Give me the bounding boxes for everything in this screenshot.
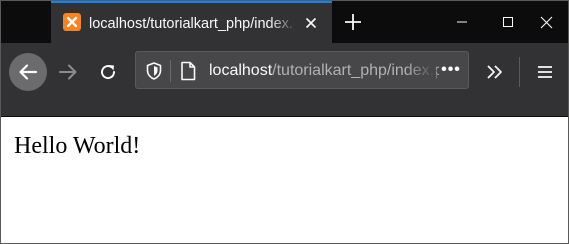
back-arrow-icon[interactable]	[9, 53, 47, 91]
active-tab[interactable]: localhost/tutorialkart_php/index.php	[51, 1, 332, 43]
tab-title: localhost/tutorialkart_php/index.php	[89, 16, 294, 32]
url-fade	[406, 54, 436, 86]
tracking-protection-shield-icon[interactable]	[144, 61, 164, 81]
url-host: localhost	[209, 62, 273, 79]
page-info-icon[interactable]	[178, 60, 198, 82]
hamburger-menu-icon[interactable]	[531, 57, 559, 87]
page-actions-menu-icon[interactable]: •••	[439, 61, 463, 81]
tab-strip: localhost/tutorialkart_php/index.php	[1, 1, 568, 43]
toolbar-overflow-chevron-icon[interactable]	[481, 57, 509, 87]
urlbar-separator	[170, 60, 171, 82]
browser-window: localhost/tutorialkart_php/index.php	[0, 0, 569, 244]
close-tab-icon[interactable]	[302, 14, 320, 32]
reload-icon[interactable]	[93, 57, 123, 87]
xampp-icon	[63, 13, 81, 31]
minimize-icon[interactable]	[439, 1, 485, 43]
window-close-icon[interactable]	[523, 1, 568, 43]
navigation-toolbar: localhost/tutorialkart_php/index.php •••	[1, 43, 568, 117]
url-text[interactable]: localhost/tutorialkart_php/index.php	[209, 61, 439, 81]
new-tab-plus-icon[interactable]	[341, 10, 365, 34]
page-content: Hello World!	[1, 118, 568, 243]
forward-arrow-icon[interactable]	[53, 57, 83, 87]
page-heading: Hello World!	[14, 133, 141, 159]
address-bar[interactable]: localhost/tutorialkart_php/index.php •••	[135, 51, 469, 89]
toolbar-separator	[519, 57, 520, 87]
tab-title-fade	[269, 3, 297, 43]
